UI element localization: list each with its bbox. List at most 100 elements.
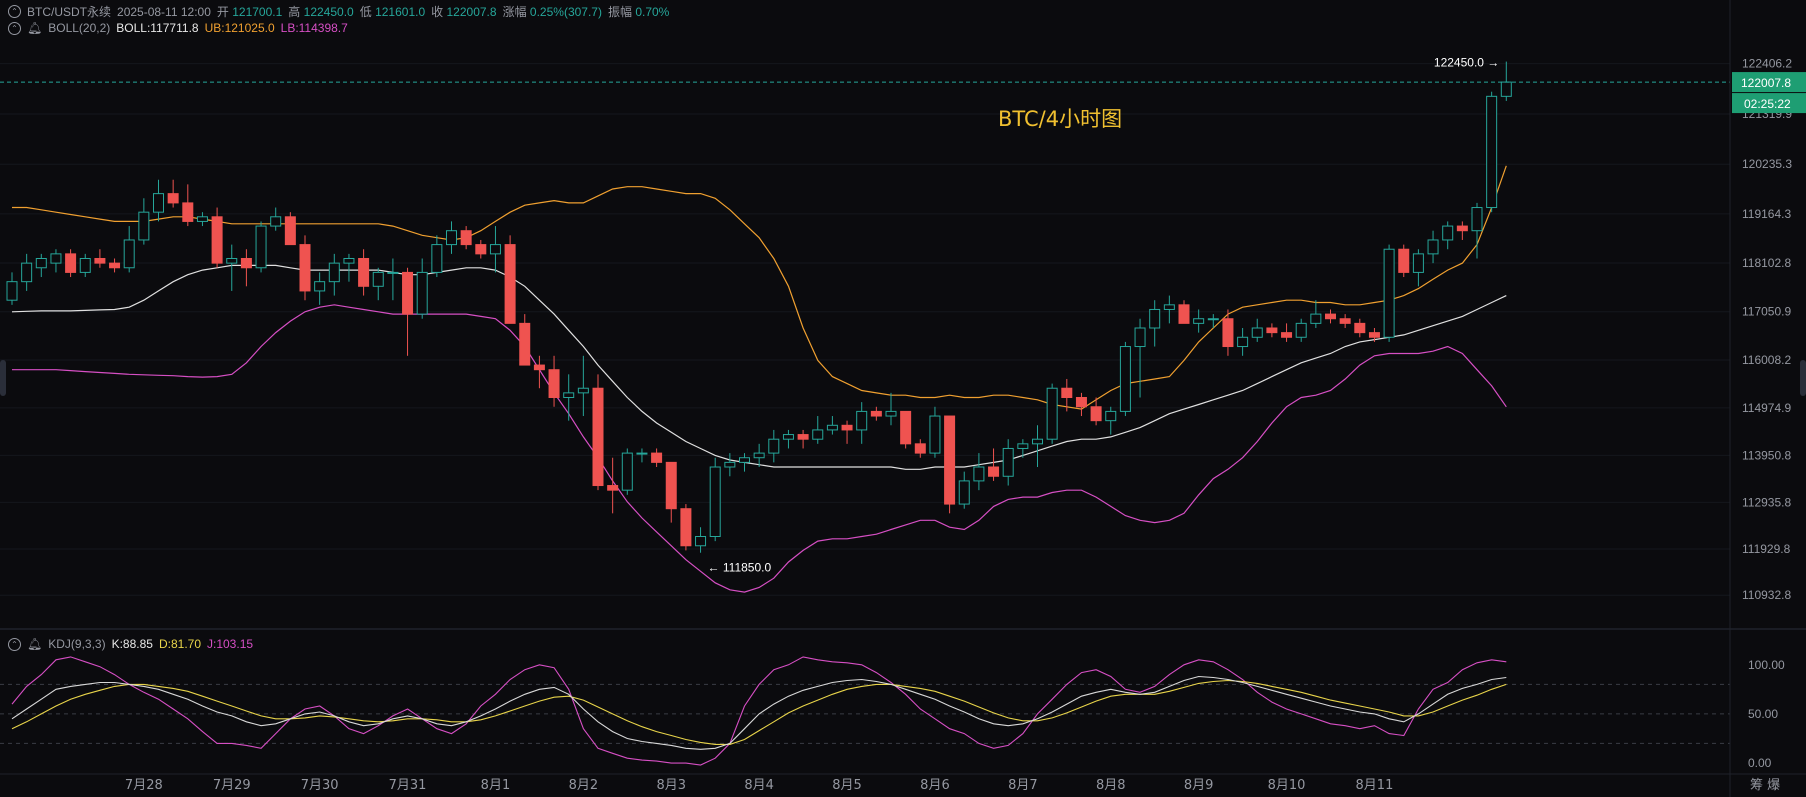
bell-icon[interactable]: 🔔︎ [27, 637, 42, 651]
candle-body [1134, 327, 1146, 348]
time-axis[interactable]: 7月28 7月29 7月30 7月31 8月1 8月2 8月3 8月4 8月5 8月6 8月7 8月8… [125, 778, 1393, 793]
candle-body [753, 452, 765, 459]
candle-body [900, 410, 912, 445]
close-value: 122007.8 [446, 5, 497, 19]
candle-body [621, 452, 633, 491]
candle-body [1266, 327, 1278, 334]
time-tick-label: 7月31 [389, 778, 427, 793]
time-tick-label: 8月10 [1268, 778, 1306, 793]
candle-body [65, 253, 77, 273]
candle-body [1207, 318, 1219, 321]
kdj-k-value: K:88.85 [111, 637, 153, 651]
candle-body [475, 244, 487, 255]
candle [1486, 91, 1498, 213]
symbol-name[interactable]: BTC/USDT永续 [27, 3, 111, 20]
low-price-marker: ← 111850.0 [708, 561, 772, 575]
candle-body [944, 415, 956, 505]
candle-body [167, 193, 179, 204]
candle-body [665, 461, 677, 510]
candle-body [123, 239, 135, 269]
price-tick-label: 113950.8 [1742, 448, 1791, 462]
time-tick-label: 7月29 [213, 778, 251, 793]
candle [211, 207, 223, 268]
candle-body [343, 258, 355, 264]
kdj-j-value: J:103.15 [207, 637, 254, 651]
candle-body [1456, 225, 1468, 232]
kline-chart[interactable]: 122406.2121319.9120235.3119164.3118102.8… [0, 0, 1806, 797]
candle-body [504, 244, 516, 324]
right-panel-handle[interactable] [1800, 360, 1806, 396]
time-tick-label: 8月2 [569, 778, 599, 793]
price-tick-label: 114974.9 [1742, 401, 1791, 415]
candle-body [973, 466, 985, 482]
candle-body [270, 216, 282, 227]
candle-body [460, 230, 472, 246]
candle-body [841, 424, 853, 431]
candle-body [914, 443, 926, 454]
candle-body [695, 536, 707, 547]
time-tick-label: 8月7 [1008, 778, 1038, 793]
low-value: 121601.0 [375, 5, 426, 19]
candle-body [372, 271, 384, 287]
high-price-marker: 122450.0 → [1434, 56, 1499, 70]
candle-body [1427, 239, 1439, 255]
time-tick-label: 7月30 [301, 778, 339, 793]
boll-lb-value: LB:114398.7 [280, 21, 348, 35]
candle-body [826, 424, 838, 431]
candle-body [255, 225, 267, 269]
kdj-d-value: D:81.70 [158, 637, 201, 651]
candle-body [607, 485, 619, 491]
candle-body [1471, 207, 1483, 232]
chart-background [0, 0, 1806, 797]
candle-body [387, 271, 399, 274]
candle-body [1339, 318, 1351, 324]
candle-body [1163, 304, 1175, 310]
candle-body [592, 387, 604, 487]
open-value: 121700.1 [232, 5, 283, 19]
candle-body [651, 452, 663, 463]
candle-body [79, 258, 91, 273]
candle [1119, 341, 1131, 417]
candle-body [6, 281, 18, 301]
candle [1046, 383, 1058, 444]
candle-body [1237, 336, 1249, 348]
kdj-name[interactable]: KDJ(9,3,3) [48, 637, 105, 651]
candle-body [1281, 332, 1293, 338]
candle-body [1119, 346, 1131, 412]
candle-body [299, 244, 311, 292]
candle-body [1383, 248, 1395, 338]
price-tick-label: 117050.9 [1742, 305, 1791, 319]
candle-body [182, 202, 194, 222]
candle-body [138, 211, 150, 241]
time-tick-label: 8月4 [744, 778, 774, 793]
candle-body [21, 262, 33, 283]
candle-body [929, 415, 941, 454]
price-tick-label: 120235.3 [1742, 157, 1792, 171]
time-tick-label: 8月6 [920, 778, 950, 793]
candle-body [724, 461, 736, 468]
candle-body [1222, 318, 1234, 348]
left-panel-handle[interactable] [0, 360, 6, 396]
collapse-icon[interactable]: ⌃ [8, 5, 21, 18]
candle-body [358, 258, 370, 287]
candle-body [1354, 322, 1366, 334]
candle-body [870, 410, 882, 417]
candle-body [739, 457, 750, 463]
candle-body [680, 508, 692, 547]
candle-body [211, 216, 223, 264]
candle-body [519, 322, 531, 366]
candle-body [153, 193, 164, 213]
candle [255, 221, 267, 273]
collapse-icon[interactable]: ⌃ [8, 637, 21, 651]
bell-icon[interactable]: 🔔︎ [27, 21, 42, 35]
countdown-label: 02:25:22 [1744, 97, 1791, 111]
open-label: 开 [216, 5, 229, 19]
boll-name[interactable]: BOLL(20,2) [48, 21, 110, 35]
collapse-icon[interactable]: ⌃ [8, 21, 21, 35]
price-tick-label: 119164.3 [1742, 207, 1791, 221]
candle [1398, 244, 1410, 278]
candle-body [533, 364, 545, 371]
time-tick-label: 8月5 [832, 778, 862, 793]
candle-body [1178, 304, 1190, 324]
candle-body [782, 434, 794, 440]
